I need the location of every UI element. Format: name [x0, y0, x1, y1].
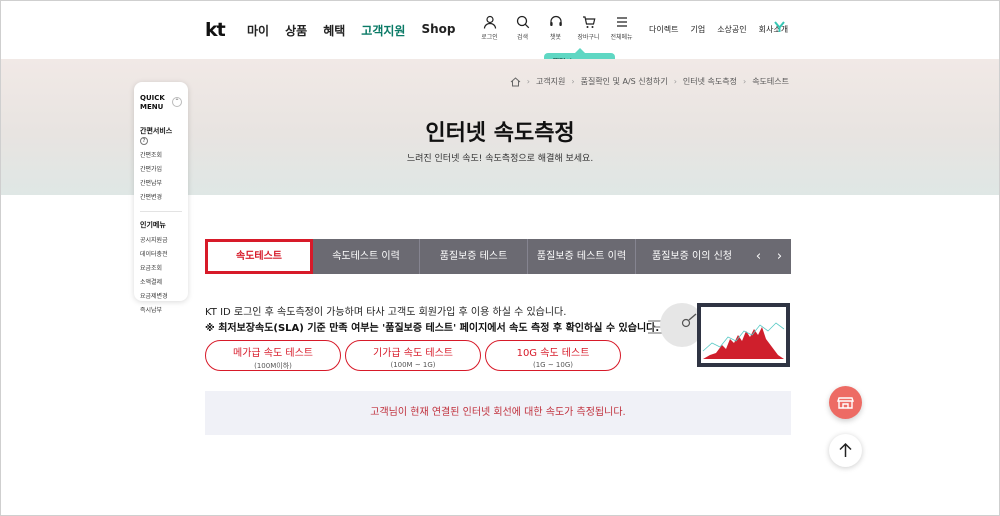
- nav-benefits[interactable]: 혜택: [323, 22, 345, 39]
- nav-products[interactable]: 상품: [285, 22, 307, 39]
- speedometer-illustration: [648, 303, 790, 367]
- store-button[interactable]: [829, 386, 862, 419]
- quick-item[interactable]: 간편납부: [140, 178, 182, 187]
- mega-speed-test-title: 메가급 속도 테스트: [233, 348, 313, 359]
- user-icon: [483, 15, 496, 29]
- login-label: 로그인: [481, 34, 498, 41]
- breadcrumb-separator: ›: [571, 77, 575, 86]
- quick-item[interactable]: 데이터충전: [140, 249, 182, 258]
- search-icon: [516, 15, 529, 29]
- search-button[interactable]: 검색: [506, 15, 539, 41]
- tab-speed-test[interactable]: 속도테스트: [205, 239, 313, 274]
- main-nav: 마이 상품 혜택 고객지원 Shop: [247, 22, 471, 39]
- giga-speed-test-button[interactable]: 기가급 속도 테스트 (100M ~ 1G): [345, 340, 481, 371]
- all-menu-button[interactable]: 전체메뉴: [605, 15, 638, 41]
- utility-menu: 로그인 검색 챗봇 장바구니 전체메뉴: [473, 15, 638, 41]
- quick-section-popular: 인기메뉴: [140, 221, 166, 229]
- giga-speed-test-title: 기가급 속도 테스트: [373, 348, 453, 359]
- breadcrumb-separator: ›: [673, 77, 677, 86]
- tab-quality-appeal[interactable]: 품질보증 이의 신청: [636, 239, 748, 274]
- header: kt 마이 상품 혜택 고객지원 Shop 로그인 검색 챗봇 장바구니 전체메…: [1, 1, 999, 59]
- nav-my[interactable]: 마이: [247, 22, 269, 39]
- tab-quality-history[interactable]: 품질보증 테스트 이력: [528, 239, 636, 274]
- kt-logo[interactable]: kt: [205, 19, 226, 41]
- tab-next-arrow-icon[interactable]: ›: [769, 239, 790, 274]
- quick-menu-title-line1: QUICK: [140, 94, 165, 102]
- link-small-business[interactable]: 소상공인: [717, 24, 746, 35]
- all-menu-label: 전체메뉴: [610, 34, 633, 41]
- link-enterprise[interactable]: 기업: [690, 24, 705, 35]
- mega-speed-test-button[interactable]: 메가급 속도 테스트 (100M이하): [205, 340, 341, 371]
- speed-test-tabs: 속도테스트 속도테스트 이력 품질보증 테스트 품질보증 테스트 이력 품질보증…: [205, 239, 791, 274]
- 10g-speed-test-range: (1G ~ 10G): [533, 361, 573, 369]
- divider: [140, 211, 182, 212]
- quick-item[interactable]: 간편가입: [140, 164, 182, 173]
- search-label: 검색: [516, 34, 529, 41]
- breadcrumb: › 고객지원 › 품질확인 및 A/S 신청하기 › 인터넷 속도측정 › 속도…: [510, 76, 789, 87]
- quick-item[interactable]: 요금조회: [140, 263, 182, 272]
- measurement-notice: 고객님이 현재 연결된 인터넷 회선에 대한 속도가 측정됩니다.: [205, 391, 791, 435]
- headset-icon: [549, 15, 562, 26]
- kt-yellow-logo-icon[interactable]: [774, 21, 785, 33]
- breadcrumb-separator: ›: [742, 77, 747, 86]
- chatbot-label: 챗봇: [549, 34, 562, 41]
- cart-icon: [582, 16, 595, 28]
- cart-label: 장바구니: [577, 34, 600, 41]
- scroll-top-button[interactable]: [829, 434, 862, 467]
- breadcrumb-quality[interactable]: 품질확인 및 A/S 신청하기: [581, 76, 668, 87]
- nav-shop[interactable]: Shop: [421, 22, 455, 39]
- test-buttons: 메가급 속도 테스트 (100M이하) 기가급 속도 테스트 (100M ~ 1…: [205, 340, 625, 371]
- 10g-speed-test-title: 10G 속도 테스트: [516, 348, 590, 359]
- cart-button[interactable]: 장바구니: [572, 15, 605, 41]
- breadcrumb-separator: ›: [526, 77, 530, 86]
- breadcrumb-speed[interactable]: 인터넷 속도측정: [683, 76, 737, 87]
- 10g-speed-test-button[interactable]: 10G 속도 테스트 (1G ~ 10G): [485, 340, 621, 371]
- quick-menu-title-line2: MENU: [140, 103, 164, 111]
- quick-item[interactable]: 공시지원금: [140, 235, 182, 244]
- quick-item[interactable]: 요금제변경: [140, 291, 182, 300]
- login-button[interactable]: 로그인: [473, 15, 506, 41]
- quick-item[interactable]: 간편조회: [140, 150, 182, 159]
- store-icon: [837, 397, 854, 409]
- breadcrumb-current: 속도테스트: [752, 77, 789, 86]
- tab-quality-test[interactable]: 품질보증 테스트: [420, 239, 528, 274]
- quick-section-easy: 간편서비스 ?: [140, 126, 182, 145]
- quick-item[interactable]: 간편변경: [140, 192, 182, 201]
- quick-menu-collapse-icon[interactable]: ⌃: [172, 97, 182, 107]
- home-icon[interactable]: [510, 76, 521, 87]
- chatbot-button[interactable]: 챗봇: [539, 15, 572, 41]
- help-icon[interactable]: ?: [140, 137, 148, 145]
- info-text: KT ID 로그인 후 속도측정이 가능하며 타사 고객도 회원가입 후 이용 …: [205, 307, 567, 318]
- tab-prev-arrow-icon[interactable]: ‹: [748, 239, 769, 274]
- quick-section-easy-label: 간편서비스: [140, 127, 173, 135]
- sla-notice: ※ 최저보장속도(SLA) 기준 만족 여부는 '품질보증 테스트' 페이지에서…: [205, 323, 660, 334]
- quick-item[interactable]: 즉시납부: [140, 305, 182, 314]
- giga-speed-test-range: (100M ~ 1G): [390, 361, 436, 369]
- link-direct[interactable]: 다이렉트: [649, 24, 678, 35]
- arrow-up-icon: [839, 442, 852, 457]
- quick-item[interactable]: 소액결제: [140, 277, 182, 286]
- nav-support[interactable]: 고객지원: [361, 22, 405, 39]
- mega-speed-test-range: (100M이하): [254, 362, 292, 370]
- tab-speed-history[interactable]: 속도테스트 이력: [313, 239, 420, 274]
- quick-menu: QUICK MENU ⌃ 간편서비스 ? 간편조회 간편가입 간편납부 간편변경…: [134, 82, 188, 314]
- breadcrumb-support[interactable]: 고객지원: [536, 76, 565, 87]
- menu-icon: [616, 17, 627, 27]
